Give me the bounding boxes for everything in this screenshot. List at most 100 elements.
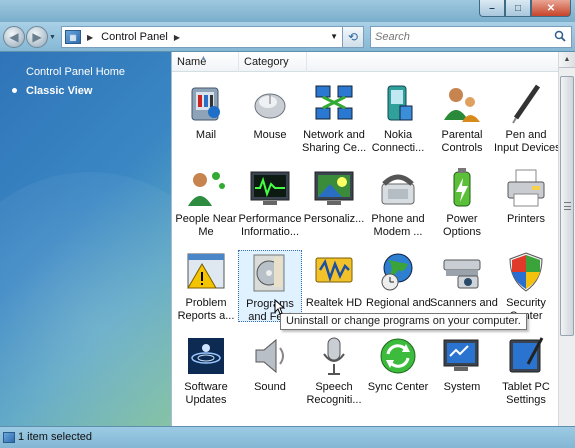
column-category[interactable]: Category [239,52,307,72]
item-software-updates[interactable]: Software Updates [174,334,238,414]
forward-button[interactable]: ▶ [26,26,48,48]
scroll-up-icon[interactable]: ▲ [559,52,575,68]
refresh-button[interactable]: ⟲ [343,26,364,48]
parental-controls-icon [440,82,484,126]
item-label-line2: Settings [506,394,546,406]
item-network-and-sharing-center[interactable]: Network and Sharing Ce... [302,82,366,162]
scrollbar-thumb[interactable] [560,76,574,336]
item-label: Network and [303,129,365,141]
mail-icon [184,82,228,126]
control-panel-home-link[interactable]: Control Panel Home [26,66,125,78]
item-performance-information[interactable]: Performance Informatio... [238,166,302,246]
item-label: Security [506,297,546,309]
printer-icon [504,166,548,210]
item-label: Problem [185,297,227,309]
sound-icon [248,334,292,378]
performance-icon [248,166,292,210]
column-name[interactable]: ▲ Name [172,52,239,72]
control-panel-icon [3,432,15,443]
status-bar: 1 item selected [0,426,575,448]
phone-icon [376,166,420,210]
item-personalization[interactable]: Personaliz... [302,166,366,246]
item-label: Personaliz... [303,213,365,225]
bullet-icon [12,88,17,93]
item-label: Realtek HD [305,297,363,309]
item-label-line2: Options [443,226,481,238]
item-speech-recognition[interactable]: Speech Recogniti... [302,334,366,414]
item-label: Programs [246,298,294,310]
tablet-icon [504,334,548,378]
personalization-icon [312,166,356,210]
item-label-line2: Reports a... [177,310,235,322]
item-label: Sound [254,381,286,393]
items-view: ▲ Name Category Mail Mouse Network and S… [171,52,575,426]
vertical-scrollbar[interactable]: ▲ [558,52,575,426]
item-mail[interactable]: Mail [174,82,238,162]
regional-icon [376,250,420,294]
mouse-icon [248,82,292,126]
breadcrumb-chevron-icon[interactable]: ▶ [174,33,180,42]
item-power-options[interactable]: Power Options [430,166,494,246]
item-label: Software [184,381,228,393]
title-bar: – □ ✕ [0,0,575,22]
back-button[interactable]: ◀ [3,26,25,48]
speech-icon [312,334,356,378]
item-people-near-me[interactable]: People Near Me [174,166,238,246]
item-label-line2: Modem ... [373,226,423,238]
item-label: Performance [238,213,302,225]
scanner-icon [440,250,484,294]
item-tablet-pc-settings[interactable]: Tablet PC Settings [494,334,558,414]
network-icon [312,82,356,126]
item-label: Scanners and [430,297,498,309]
item-label: People Near [175,213,237,225]
item-label: Parental [441,129,483,141]
search-icon[interactable] [554,30,566,42]
classic-view-link[interactable]: Classic View [26,85,92,97]
status-text: 1 item selected [18,431,92,443]
address-bar[interactable]: ▦ ▶ Control Panel ▶ ▼ [61,26,343,48]
software-updates-icon [184,334,228,378]
item-programs-and-features[interactable]: Programs and Feat [238,250,302,323]
close-button[interactable]: ✕ [531,0,571,17]
item-label: Phone and [371,213,425,225]
programs-icon [248,251,292,295]
item-label: Speech [315,381,353,393]
column-category-label: Category [244,56,289,68]
item-problem-reports[interactable]: Problem Reports a... [174,250,238,330]
item-pen-and-input-devices[interactable]: Pen and Input Devices [494,82,561,162]
breadcrumb-chevron-icon[interactable]: ▶ [87,33,93,42]
caption-buttons: – □ ✕ [479,0,571,17]
item-label: Tablet PC [502,381,550,393]
realtek-icon [312,250,356,294]
address-dropdown-icon[interactable]: ▼ [330,32,338,41]
item-label-line2: Controls [441,142,483,154]
item-sound[interactable]: Sound [238,334,302,414]
recent-pages-dropdown-icon[interactable]: ▼ [49,34,56,41]
navigation-bar: ◀ ▶ ▼ ▦ ▶ Control Panel ▶ ▼ ⟲ [0,22,575,52]
maximize-button[interactable]: □ [505,0,531,17]
item-mouse[interactable]: Mouse [238,82,302,162]
item-system[interactable]: System [430,334,494,414]
item-label-line2: Me [198,226,214,238]
power-icon [440,166,484,210]
minimize-button[interactable]: – [479,0,505,17]
search-box[interactable] [370,26,572,48]
system-icon [440,334,484,378]
pen-icon [504,82,548,126]
search-input[interactable] [371,31,551,43]
grip-icon [564,202,571,210]
control-panel-icon: ▦ [65,30,81,44]
item-sync-center[interactable]: Sync Center [366,334,430,414]
item-label: Sync Center [367,381,429,393]
breadcrumb-control-panel[interactable]: Control Panel [101,31,168,43]
problem-reports-icon [184,250,228,294]
task-pane: Control Panel Home Classic View [0,52,171,426]
item-label: Printers [507,213,545,225]
programs-tooltip: Uninstall or change programs on your com… [280,313,527,330]
item-parental-controls[interactable]: Parental Controls [430,82,494,162]
item-nokia-connectivity[interactable]: Nokia Connecti... [366,82,430,162]
item-phone-and-modem[interactable]: Phone and Modem ... [366,166,430,246]
item-label: Mail [195,129,217,141]
sort-ascending-icon: ▲ [200,55,207,62]
item-printers[interactable]: Printers [494,166,558,246]
